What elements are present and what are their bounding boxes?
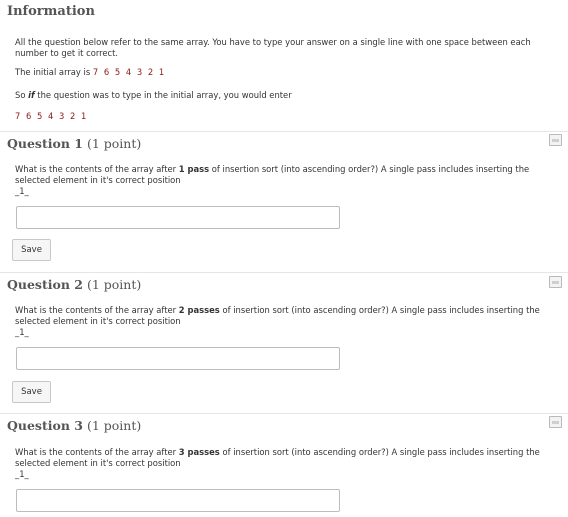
initial-array-value: 7 6 5 4 3 2 1 (92, 67, 166, 77)
question-2-pass-count: 2 passes (178, 305, 220, 315)
question-1-answer-input[interactable] (16, 206, 340, 229)
question-1-pass-count: 1 pass (178, 164, 210, 174)
question-3-blank-marker: _1_ (15, 469, 29, 479)
divider (0, 272, 568, 273)
question-2-flag-icon[interactable] (549, 276, 562, 288)
question-1-header: Question 1 (1 point) (7, 136, 141, 151)
quiz-page: Information All the question below refer… (0, 0, 568, 517)
question-3-header: Question 3 (1 point) (7, 418, 141, 433)
question-1-flag-icon[interactable] (549, 134, 562, 146)
question-2-header: Question 2 (1 point) (7, 277, 141, 292)
example-line: So if the question was to type in the in… (15, 90, 565, 101)
example-answer: 7 6 5 4 3 2 1 (15, 111, 565, 122)
question-2-answer-input[interactable] (16, 347, 340, 370)
initial-array-line: The initial array is 7 6 5 4 3 2 1 (15, 67, 565, 78)
example-suffix: the question was to type in the initial … (34, 89, 292, 100)
instructions-text: All the question below refer to the same… (15, 37, 531, 58)
question-2-blank-marker: _1_ (15, 327, 29, 337)
question-2-text-before: What is the contents of the array after (15, 305, 179, 315)
question-1-save-button[interactable]: Save (12, 239, 51, 261)
question-1-label: Question 1 (7, 136, 83, 151)
divider (0, 413, 568, 414)
divider (0, 131, 568, 132)
information-body: All the question below refer to the same… (15, 37, 565, 122)
initial-array-label: The initial array is (15, 67, 93, 77)
example-answer-value: 7 6 5 4 3 2 1 (15, 111, 88, 121)
question-3-text-before: What is the contents of the array after (15, 447, 179, 457)
example-prefix: So (15, 89, 29, 100)
question-2-label: Question 2 (7, 277, 83, 292)
question-3-answer-input[interactable] (16, 489, 340, 512)
question-3-label: Question 3 (7, 418, 83, 433)
question-3-points: (1 point) (86, 418, 142, 433)
information-heading: Information (7, 4, 95, 19)
question-2-points: (1 point) (86, 277, 142, 292)
question-2-save-button[interactable]: Save (12, 381, 51, 403)
question-3-pass-count: 3 passes (178, 447, 220, 457)
question-1-text-before: What is the contents of the array after (15, 164, 179, 174)
question-3-flag-icon[interactable] (549, 416, 562, 428)
question-1-blank-marker: _1_ (15, 186, 29, 196)
question-1-text: What is the contents of the array after … (15, 164, 565, 197)
question-1-points: (1 point) (86, 136, 142, 151)
question-3-text: What is the contents of the array after … (15, 447, 565, 480)
question-2-text: What is the contents of the array after … (15, 305, 565, 338)
